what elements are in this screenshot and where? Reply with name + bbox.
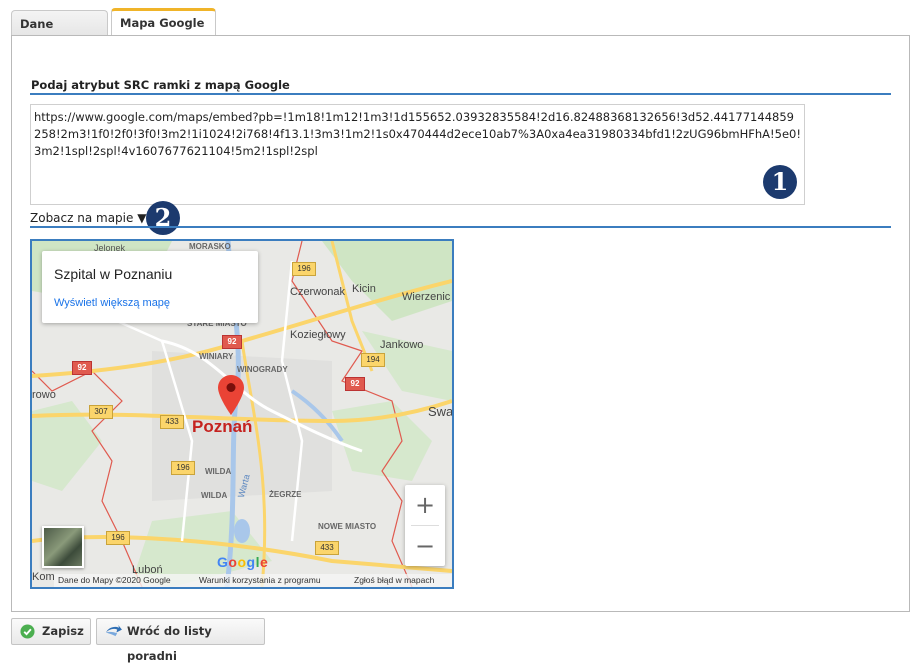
tab-dane-poradni[interactable]: Dane poradni (11, 10, 108, 57)
place-label: NOWE MIASTO (318, 522, 377, 531)
road-shield: 92 (222, 335, 242, 349)
place-title: Szpital w Poznaniu (54, 266, 173, 282)
road-shield: 196 (292, 262, 316, 276)
map-footer: Dane do Mapy ©2020 Google Warunki korzys… (32, 574, 452, 587)
section-divider (30, 93, 891, 95)
section-divider (30, 226, 891, 228)
google-map-embed[interactable]: Jelonek MORASKO Czerwonak Kicin Wierzeni… (30, 239, 454, 589)
back-label: Wróć do listy poradni (127, 624, 212, 663)
save-label: Zapisz (42, 624, 84, 638)
place-label: WILDA (201, 491, 228, 500)
step-badge-1: 1 (763, 165, 797, 199)
road-shield: 307 (89, 405, 113, 419)
tab-mapa-google[interactable]: Mapa Google © (111, 8, 216, 54)
road-shield: 196 (171, 461, 195, 475)
place-label: Kicin (352, 283, 376, 295)
road-shield: 196 (106, 531, 130, 545)
map-data-credit: Dane do Mapy ©2020 Google (58, 575, 171, 585)
map-pin-icon[interactable] (218, 375, 244, 415)
road-shield: 92 (72, 361, 92, 375)
place-label: WINOGRADY (237, 365, 288, 374)
zoom-controls: + − (405, 485, 445, 566)
road-shield: 433 (160, 415, 184, 429)
view-larger-map-link[interactable]: Wyświetl większą mapę (54, 297, 170, 309)
place-label: Czerwonak (290, 286, 346, 298)
satellite-toggle-button[interactable] (42, 526, 84, 568)
zoom-out-button[interactable]: − (405, 526, 445, 566)
report-error-link[interactable]: Zgłoś błąd w mapach (354, 575, 434, 585)
back-arrow-icon (106, 624, 122, 637)
place-label: Wierzenic (402, 291, 451, 303)
road-shield: 92 (345, 377, 365, 391)
place-label: WINIARY (199, 352, 234, 361)
place-label: Koziegłowy (290, 329, 346, 341)
place-label: ŻEGRZE (269, 490, 302, 499)
google-logo: Google (217, 554, 269, 570)
place-label: Jankowo (380, 339, 424, 351)
place-label: MORASKO (189, 242, 231, 251)
road-shield: 433 (315, 541, 339, 555)
src-field-label: Podaj atrybut SRC ramki z mapą Google (31, 78, 290, 92)
step-badge-2: 2 (146, 201, 180, 235)
place-label: Swa (428, 404, 454, 419)
src-textarea[interactable]: https://www.google.com/maps/embed?pb=!1m… (30, 104, 805, 205)
save-button[interactable]: Zapisz (11, 618, 91, 645)
zoom-in-button[interactable]: + (405, 485, 445, 525)
back-to-list-button[interactable]: Wróć do listy poradni (96, 618, 265, 663)
city-label: Poznań (192, 417, 253, 436)
terms-link[interactable]: Warunki korzystania z programu (199, 575, 321, 585)
map-info-card: Szpital w Poznaniu Wyświetl większą mapę (42, 251, 258, 323)
check-icon (20, 624, 35, 639)
place-label: rowo (32, 389, 56, 401)
road-shield: 194 (361, 353, 385, 367)
show-map-toggle[interactable]: Zobacz na mapie ▼ (30, 211, 146, 225)
place-label: WILDA (205, 467, 232, 476)
